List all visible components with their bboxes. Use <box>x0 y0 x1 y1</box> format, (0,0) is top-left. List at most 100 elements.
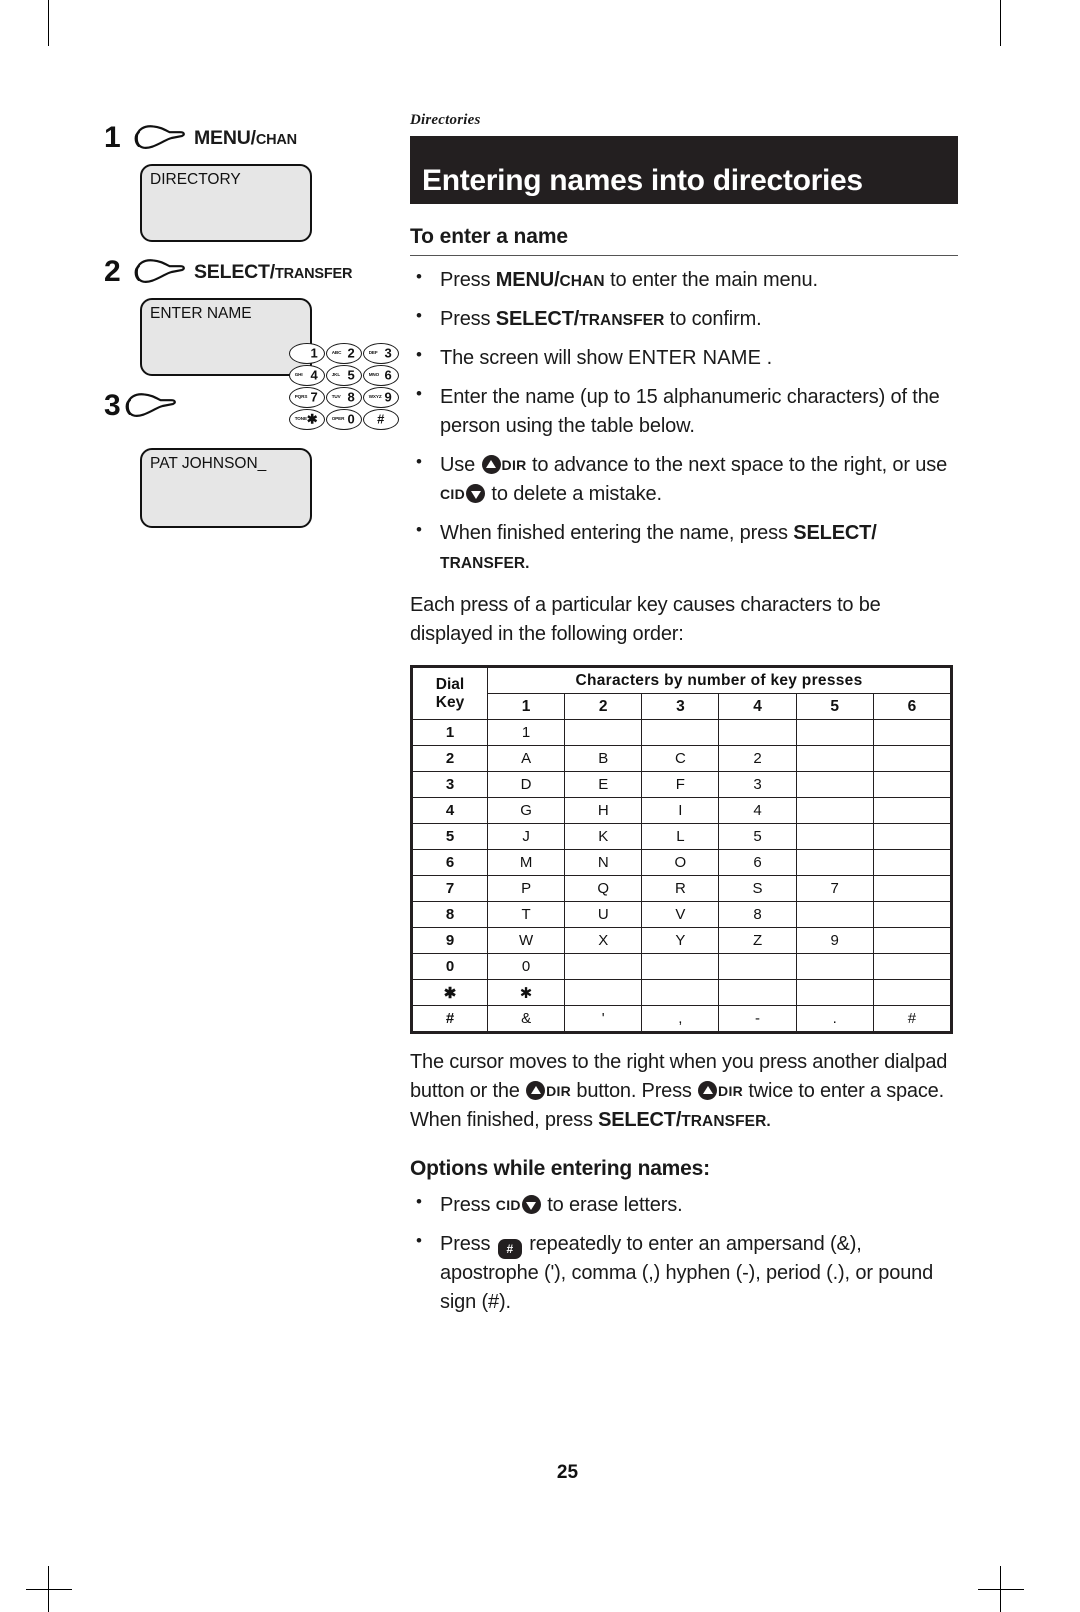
lcd-text-pat-johnson: PAT JOHNSON_ <box>150 455 267 472</box>
col-header-3: 3 <box>641 693 720 720</box>
table-cell <box>795 979 874 1006</box>
table-header-row-1: Dial Key Characters by number of key pre… <box>412 667 951 720</box>
step-3-row: 3 1 ABC 2 DEF 3 GHI 4 JKL 5 MNO 6 PQRS 7 TUV 8 … <box>104 342 399 430</box>
manual-page: 1 MENU/CHAN DIRECTORY 2 SELECT/TRANSFER … <box>0 0 1080 1612</box>
table-cell-dial-key: 1 <box>412 719 488 746</box>
table-cell <box>564 953 643 980</box>
section-heading-to-enter-a-name: To enter a name <box>410 225 958 256</box>
table-cell: 9 <box>795 927 874 954</box>
dialpad-key-pound-digit: # <box>377 411 385 427</box>
table-cell: 2 <box>718 745 797 772</box>
bullet-3-pre: The screen will show <box>440 347 629 369</box>
table-cell <box>872 745 952 772</box>
table-cell: E <box>564 771 643 798</box>
table-cell: 5 <box>718 823 797 850</box>
dialpad-key-pound[interactable]: # <box>362 408 399 430</box>
table-cell: 1 <box>486 719 566 746</box>
step-2-button-main: SELECT/ <box>194 260 275 283</box>
list-item: Press # repeatedly to enter an ampersand… <box>410 1229 958 1317</box>
dialpad-key-star[interactable]: TONE ✱ <box>288 408 325 430</box>
table-cell <box>872 901 952 928</box>
dialpad-key-4[interactable]: GHI 4 <box>288 364 325 386</box>
table-cell <box>564 979 643 1006</box>
list-item: Press MENU/CHAN to enter the main menu. <box>410 265 958 295</box>
table-cell: B <box>564 745 643 772</box>
step-1-button-small: CHAN <box>255 131 297 148</box>
table-cell: Y <box>641 927 720 954</box>
table-row: 4GHI4 <box>412 797 952 824</box>
list-item: Enter the name (up to 15 alphanumeric ch… <box>410 382 958 441</box>
dialpad-key-star-letters: TONE <box>294 415 307 421</box>
bullet-2-btn-main: SELECT/ <box>495 308 580 330</box>
option-1-cid-label: CID <box>495 1197 521 1213</box>
pointing-hand-icon <box>125 393 176 417</box>
dir-up-arrow-icon <box>481 455 501 474</box>
step-2-button-label: SELECT/TRANSFER <box>194 261 352 284</box>
table-cell: 3 <box>718 771 797 798</box>
table-header-row-2: 1 2 3 4 5 6 <box>413 693 952 720</box>
illustration-column: 1 MENU/CHAN DIRECTORY 2 SELECT/TRANSFER … <box>104 118 399 538</box>
bullet-1-post: to enter the main menu. <box>604 269 818 291</box>
table-cell: C <box>641 745 720 772</box>
table-cell: . <box>795 1005 874 1032</box>
table-cell: 8 <box>718 901 797 928</box>
dialpad-key-7[interactable]: PQRS 7 <box>288 386 325 408</box>
table-cell: - <box>718 1005 797 1032</box>
table-cell: Z <box>718 927 797 954</box>
dialpad-key-2[interactable]: ABC 2 <box>325 342 362 364</box>
character-table: Dial Key Characters by number of key pre… <box>412 667 952 1032</box>
table-cell: W <box>486 927 566 954</box>
table-cell: D <box>486 771 566 798</box>
table-cell: ✱ <box>486 979 566 1006</box>
table-cell: F <box>641 771 720 798</box>
dialpad-key-3[interactable]: DEF 3 <box>362 342 399 364</box>
table-cell-dial-key: 5 <box>412 823 488 850</box>
dialpad-key-5[interactable]: JKL 5 <box>325 364 362 386</box>
bullet-3-post: . <box>761 347 773 369</box>
table-cell: H <box>564 797 643 824</box>
bullet-2-btn-small: TRANSFER <box>579 312 665 329</box>
table-row: 11 <box>412 719 952 746</box>
col-header-2: 2 <box>564 693 643 720</box>
table-cell <box>564 719 643 746</box>
table-cell: L <box>641 823 720 850</box>
table-cell <box>718 719 797 746</box>
dialpad-key-9[interactable]: WXYZ 9 <box>362 386 399 408</box>
table-cell <box>872 953 952 980</box>
crop-mark <box>48 0 49 46</box>
paragraph-key-press-order: Each press of a particular key causes ch… <box>410 594 881 645</box>
table-cell: R <box>641 875 720 902</box>
table-cell-dial-key: 4 <box>412 797 488 824</box>
dial-key-header-line1: Dial <box>435 675 465 693</box>
dialpad-key-8[interactable]: TUV 8 <box>325 386 362 408</box>
table-cell: J <box>486 823 566 850</box>
dialpad-key-1[interactable]: 1 <box>288 342 325 364</box>
table-row: 3DEF3 <box>412 771 952 798</box>
lcd-text-directory: DIRECTORY <box>150 171 241 188</box>
page-title: Entering names into directories <box>422 164 863 197</box>
lcd-text-enter-name: ENTER NAME <box>150 305 252 322</box>
lcd-screen-step-1: DIRECTORY <box>140 164 312 242</box>
options-heading: Options while entering names: <box>410 1157 710 1180</box>
dialpad-key-0[interactable]: OPER 0 <box>325 408 362 430</box>
lcd-screen-step-2: ENTER NAME <box>140 298 312 376</box>
dialpad-key-8-digit: 8 <box>347 389 355 405</box>
step-1-number: 1 <box>104 121 121 154</box>
step-3-number: 3 <box>104 389 121 422</box>
dialpad-key-6[interactable]: MNO 6 <box>362 364 399 386</box>
col-header-4: 4 <box>718 693 797 720</box>
crop-mark <box>26 1589 72 1590</box>
table-cell <box>641 953 720 980</box>
pointing-hand-icon <box>134 259 185 283</box>
option-2-pre: Press <box>440 1233 496 1255</box>
character-table-wrapper: Dial Key Characters by number of key pre… <box>410 665 953 1034</box>
dialpad-key-0-digit: 0 <box>347 411 355 427</box>
bullet-6-pre: When finished entering the name, press <box>440 522 794 544</box>
bullet-5-post: to delete a mistake. <box>486 483 662 505</box>
cid-down-arrow-icon <box>466 484 486 503</box>
dialpad-key-4-digit: 4 <box>310 367 318 383</box>
table-row: # & ', -. # <box>412 1005 952 1032</box>
dialpad-key-0-letters: OPER <box>331 415 345 421</box>
table-row: 00 <box>412 953 952 980</box>
pound-key-icon: # <box>497 1239 522 1259</box>
